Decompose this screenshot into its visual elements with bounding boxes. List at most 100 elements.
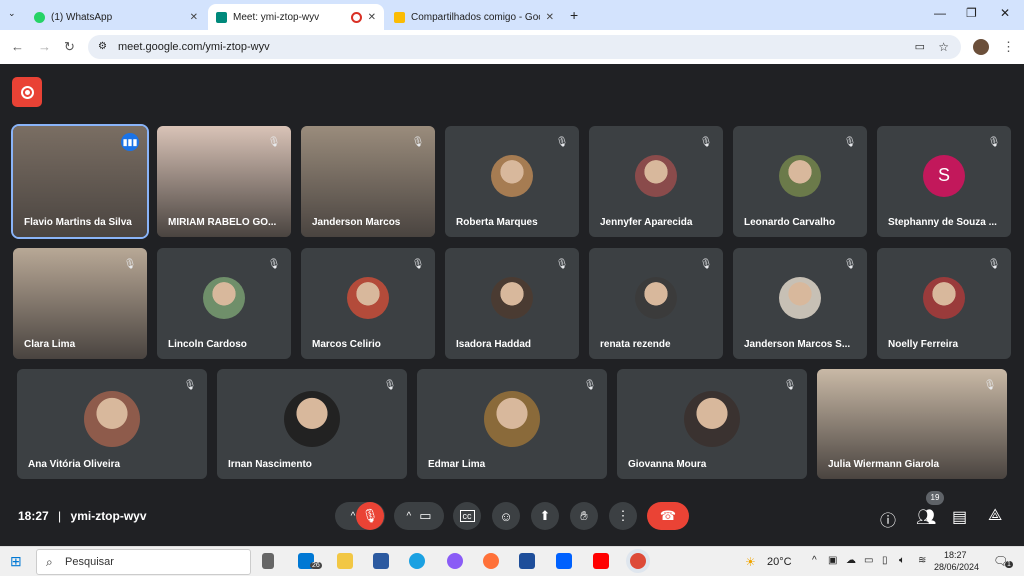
- taskbar-search-field[interactable]: ⌕ Pesquisar: [36, 549, 251, 575]
- participant-tile[interactable]: 🎙︎ Isadora Haddad: [445, 248, 579, 359]
- battery-icon[interactable]: ▯: [882, 555, 888, 566]
- new-tab-button[interactable]: +: [570, 7, 578, 23]
- participant-tile[interactable]: 🎙︎ renata rezende: [589, 248, 723, 359]
- whatsapp-icon: [34, 11, 45, 23]
- onedrive-icon[interactable]: ☁︎: [846, 555, 856, 566]
- notification-badge: 1: [1005, 561, 1013, 568]
- close-tab-icon[interactable]: ✕: [368, 12, 376, 23]
- recording-button[interactable]: [12, 77, 42, 107]
- whiteboard-icon[interactable]: [519, 553, 535, 569]
- participant-avatar: [284, 390, 340, 447]
- wifi-icon[interactable]: ≋: [918, 555, 926, 566]
- participant-tile[interactable]: 🎙︎ Edmar Lima: [417, 369, 607, 479]
- chrome-icon[interactable]: [630, 553, 646, 569]
- mic-muted-icon: 🎙︎: [555, 258, 569, 270]
- hand-icon: ✋︎: [580, 508, 588, 523]
- tab-drive[interactable]: Compartilhados comigo - Goog ✕: [386, 4, 562, 30]
- participant-tile[interactable]: 🎙︎ Leonardo Carvalho: [733, 126, 867, 237]
- participant-tile[interactable]: 🎙︎ Julia Wiermann Giarola: [817, 369, 1007, 479]
- participant-name: Flavio Martins da Silva: [24, 217, 132, 228]
- mic-muted-icon: 🎙︎: [699, 136, 713, 148]
- volume-icon[interactable]: 🔈︎: [899, 555, 905, 566]
- site-info-icon[interactable]: ⚙: [98, 35, 107, 59]
- reload-icon[interactable]: ↻: [64, 39, 75, 55]
- url-field[interactable]: ⚙ meet.google.com/ymi-ztop-wyv ▭ ☆: [88, 35, 961, 59]
- taskbar-clock[interactable]: 18:27: [944, 550, 967, 560]
- participant-tile[interactable]: 🎙︎ Clara Lima: [13, 248, 147, 359]
- participant-tile[interactable]: 🎙︎ Roberta Marques: [445, 126, 579, 237]
- reactions-button[interactable]: ☺: [492, 502, 520, 530]
- participant-avatar: [779, 154, 821, 197]
- participant-tile[interactable]: 🎙︎ Giovanna Moura: [617, 369, 807, 479]
- youtube-icon[interactable]: [593, 553, 609, 569]
- people-icon[interactable]: 👥︎: [916, 507, 936, 527]
- present-screen-icon: ⬆: [539, 508, 551, 523]
- minimize-icon[interactable]: —: [934, 6, 946, 20]
- forward-icon[interactable]: →: [38, 39, 51, 54]
- activities-icon[interactable]: ⟁: [988, 507, 1002, 525]
- participant-avatar: [84, 390, 140, 447]
- menu-kebab-icon[interactable]: ⋮: [1002, 39, 1015, 55]
- camera-icon[interactable]: ▭: [419, 508, 431, 524]
- participant-name: Janderson Marcos: [312, 217, 401, 228]
- captions-button[interactable]: cc: [453, 502, 481, 530]
- mic-muted-icon: 🎙︎: [983, 379, 997, 391]
- participant-tile[interactable]: 🎙︎ Lincoln Cardoso: [157, 248, 291, 359]
- participant-tile[interactable]: 🎙︎ Marcos Celirio: [301, 248, 435, 359]
- tab-search-icon[interactable]: ⌄: [8, 8, 16, 19]
- participant-avatar: S: [923, 154, 965, 197]
- participant-tile[interactable]: 🎙︎ Jennyfer Aparecida: [589, 126, 723, 237]
- task-view-icon[interactable]: [262, 553, 274, 569]
- participant-name: Clara Lima: [24, 339, 76, 350]
- participant-tile[interactable]: 🎙︎ Janderson Marcos S...: [733, 248, 867, 359]
- windows-taskbar: ⊞ ⌕ Pesquisar 26 ☀︎ 20°C ^ ▣ ☁︎ ▭ ▯ 🔈︎ ≋…: [0, 546, 1024, 576]
- present-button[interactable]: ⬆: [531, 502, 559, 530]
- taskbar-date[interactable]: 28/06/2024: [934, 562, 979, 572]
- bookmark-star-icon[interactable]: ☆: [938, 35, 949, 59]
- participant-name: Marcos Celirio: [312, 339, 381, 350]
- leave-call-button[interactable]: ☎︎: [647, 502, 689, 530]
- participant-avatar: [635, 276, 677, 319]
- meeting-info: 18:27 | ymi-ztop-wyv: [18, 509, 147, 523]
- restore-icon[interactable]: ❐: [966, 6, 977, 20]
- profile-avatar[interactable]: [973, 39, 989, 55]
- participant-tile[interactable]: 🎙︎ Ana Vitória Oliveira: [17, 369, 207, 479]
- raise-hand-button[interactable]: ✋︎: [570, 502, 598, 530]
- mic-toggle-button[interactable]: 🎙︎: [356, 502, 384, 530]
- meeting-details-icon[interactable]: ⓘ: [880, 507, 896, 531]
- tray-chevron-icon[interactable]: ^: [812, 555, 817, 566]
- close-window-icon[interactable]: ✕: [1000, 6, 1010, 20]
- participant-name: Jennyfer Aparecida: [600, 217, 693, 228]
- participant-tile[interactable]: 🎙︎ Janderson Marcos: [301, 126, 435, 237]
- participant-tile[interactable]: 🎙︎ Noelly Ferreira: [877, 248, 1011, 359]
- store-icon[interactable]: [373, 553, 389, 569]
- participant-name: Leonardo Carvalho: [744, 217, 836, 228]
- dropbox-icon[interactable]: [556, 553, 572, 569]
- display-icon[interactable]: ▭: [864, 555, 873, 566]
- weather-temperature[interactable]: 20°C: [767, 556, 792, 568]
- chat-icon[interactable]: ▤: [952, 507, 967, 527]
- participant-tile[interactable]: 🎙︎ Irnan Nascimento: [217, 369, 407, 479]
- participant-tile[interactable]: 🎙︎ MIRIAM RABELO GO...: [157, 126, 291, 237]
- file-explorer-icon[interactable]: [337, 553, 353, 569]
- participant-avatar: [491, 154, 533, 197]
- tab-whatsapp[interactable]: (1) WhatsApp ✕: [26, 4, 206, 30]
- close-tab-icon[interactable]: ✕: [546, 12, 554, 23]
- more-options-button[interactable]: ⋮: [609, 502, 637, 530]
- participant-tile[interactable]: ▮▮▮ Flavio Martins da Silva: [11, 124, 149, 239]
- tray-app-icon[interactable]: ▣: [828, 555, 837, 566]
- participant-name: Edmar Lima: [428, 459, 486, 470]
- firefox-icon[interactable]: [483, 553, 499, 569]
- participant-tile[interactable]: S 🎙︎ Stephanny de Souza ...: [877, 126, 1011, 237]
- camera-options-chevron-icon[interactable]: ^: [407, 511, 412, 522]
- edge-icon[interactable]: [409, 553, 425, 569]
- windows-start-icon[interactable]: ⊞: [10, 553, 22, 570]
- back-icon[interactable]: ←: [11, 39, 24, 54]
- close-tab-icon[interactable]: ✕: [190, 12, 198, 23]
- tab-meet[interactable]: Meet: ymi-ztop-wyv ✕: [208, 4, 384, 30]
- mic-options-chevron-icon[interactable]: ^: [351, 511, 356, 522]
- camera-icon[interactable]: ▭: [915, 35, 925, 59]
- participant-name: Stephanny de Souza ...: [888, 217, 997, 228]
- weather-icon[interactable]: ☀︎: [745, 555, 756, 569]
- copilot-icon[interactable]: [447, 553, 463, 569]
